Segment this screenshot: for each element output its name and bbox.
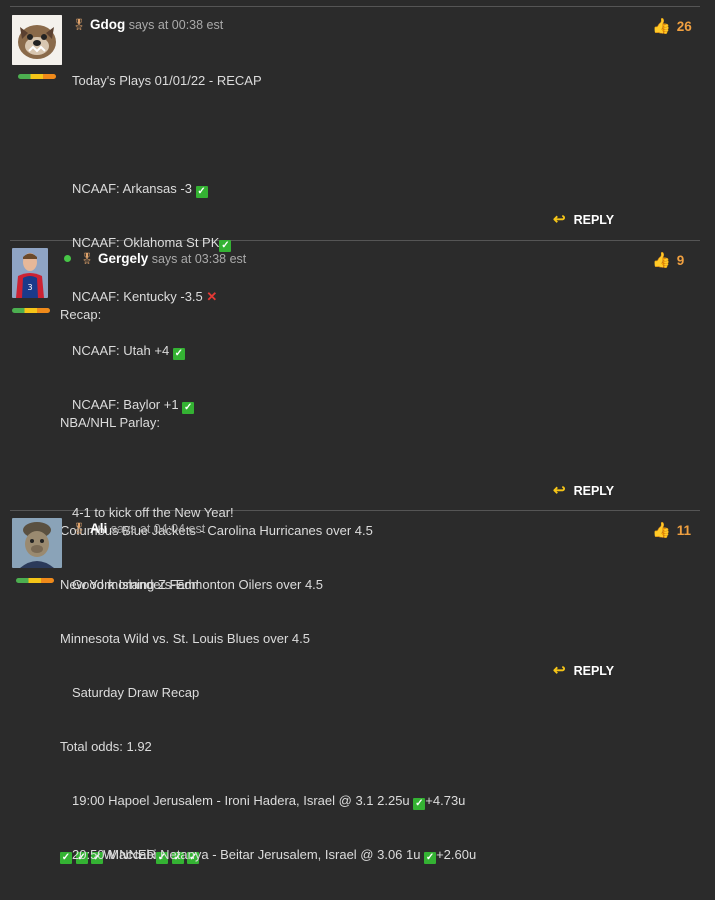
line: Good morning Z Fam!	[72, 577, 200, 592]
timestamp: at 00:38 est	[157, 18, 224, 32]
thumb-up-icon: 👍	[652, 252, 671, 269]
line	[72, 630, 476, 648]
reply-label: REPLY	[573, 484, 615, 498]
svg-text:3: 3	[27, 283, 32, 292]
check-icon: ✓	[60, 852, 72, 864]
line	[60, 360, 373, 378]
avatar[interactable]: 3	[12, 248, 48, 298]
like-count: 11	[676, 523, 691, 538]
reply-button[interactable]: ↩ REPLY	[553, 210, 614, 228]
author-name[interactable]: Ali	[90, 521, 107, 536]
line: Recap:	[60, 307, 102, 322]
avatar[interactable]	[12, 15, 62, 65]
line	[60, 468, 373, 486]
timestamp: at 03:38 est	[180, 252, 247, 266]
reply-label: REPLY	[573, 213, 615, 227]
says-text: says	[110, 522, 137, 536]
author-name[interactable]: Gdog	[90, 17, 125, 32]
separator	[10, 6, 700, 7]
rank-bar	[12, 308, 50, 313]
medal-icon: 🎖	[80, 253, 94, 265]
check-icon: ✓	[413, 798, 426, 810]
rank-bar	[16, 578, 54, 583]
like-button[interactable]: 👍 11	[652, 521, 691, 539]
line: 20:50 Maccabi Netanya - Beitar Jerusalem…	[72, 847, 477, 864]
line: NCAAF: Oklahoma St PK ✓	[72, 235, 232, 252]
line: 19:00 Hapoel Jerusalem - Ironi Hadera, I…	[72, 793, 466, 810]
comment-body: Good morning Z Fam! Saturday Draw Recap …	[72, 540, 476, 900]
like-count: 9	[676, 253, 685, 268]
medal-icon: 🎖	[72, 19, 86, 31]
reply-arrow-icon: ↩	[553, 211, 566, 228]
comment-header: 🎖 Gergely says at 03:38 est	[64, 251, 246, 266]
line	[72, 126, 262, 144]
reply-button[interactable]: ↩ REPLY	[553, 661, 614, 679]
thumb-up-icon: 👍	[652, 18, 671, 35]
comment-header: 🎖 Gdog says at 00:38 est	[72, 17, 223, 32]
medal-icon: 🎖	[72, 523, 86, 535]
reply-label: REPLY	[573, 664, 615, 678]
line: NCAAF: Arkansas -3 ✓	[72, 181, 208, 198]
avatar[interactable]	[12, 518, 62, 568]
line	[72, 738, 476, 756]
comment-header: 🎖 Ali says at 04:04 est	[72, 521, 205, 536]
rank-bar	[18, 74, 56, 79]
check-icon: ✓	[195, 186, 208, 198]
like-button[interactable]: 👍 9	[652, 251, 684, 269]
reply-button[interactable]: ↩ REPLY	[553, 481, 614, 499]
author-name[interactable]: Gergely	[98, 251, 148, 266]
like-count: 26	[676, 19, 692, 34]
line: Today's Plays 01/01/22 - RECAP	[72, 73, 262, 88]
thumb-up-icon: 👍	[652, 522, 671, 539]
says-text: says	[128, 18, 155, 32]
line: NBA/NHL Parlay:	[60, 415, 160, 430]
reply-arrow-icon: ↩	[553, 662, 566, 679]
check-icon: ✓	[424, 852, 437, 864]
line: Saturday Draw Recap	[72, 685, 200, 700]
like-button[interactable]: 👍 26	[652, 17, 692, 35]
says-text: says	[151, 252, 178, 266]
timestamp: at 04:04 est	[139, 522, 206, 536]
online-status-icon	[64, 255, 71, 262]
reply-arrow-icon: ↩	[553, 482, 566, 499]
